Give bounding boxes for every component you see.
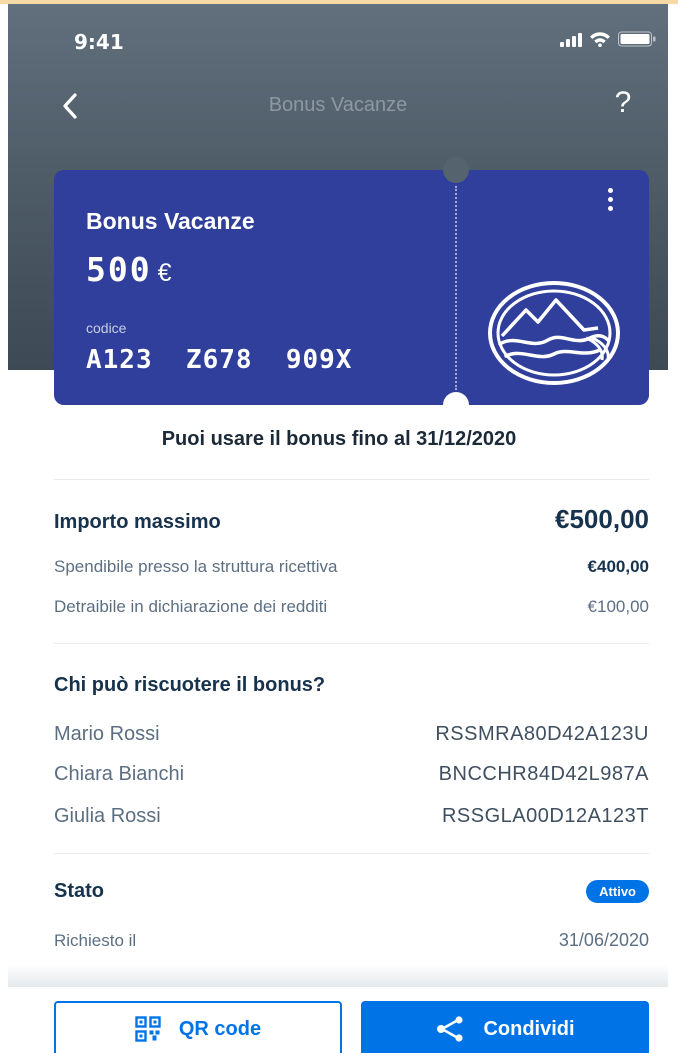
beneficiary-row: Giulia Rossi RSSGLA00D12A123T bbox=[54, 805, 649, 828]
status-icons bbox=[560, 31, 656, 47]
beneficiaries-title: Chi può riscuotere il bonus? bbox=[54, 674, 326, 696]
share-button[interactable]: Condividi bbox=[361, 1001, 649, 1053]
beneficiary-row: Chiara Bianchi BNCCHR84D42L987A bbox=[54, 763, 649, 786]
card-notch-top bbox=[443, 157, 469, 183]
card-perforation bbox=[455, 186, 457, 390]
card-title: Bonus Vacanze bbox=[86, 208, 255, 234]
status-label: Stato bbox=[54, 880, 104, 902]
beneficiary-row: Mario Rossi RSSMRA80D42A123U bbox=[54, 723, 649, 746]
max-amount-value: €500,00 bbox=[555, 504, 649, 534]
card-notch-bottom bbox=[443, 392, 469, 418]
card-currency: € bbox=[157, 259, 172, 287]
qr-code-label: QR code bbox=[178, 1017, 262, 1040]
divider bbox=[54, 479, 649, 480]
share-icon bbox=[437, 1016, 464, 1042]
divider bbox=[54, 643, 649, 644]
status-time: 9:41 bbox=[74, 30, 124, 54]
amount-row-label: Spendibile presso la struttura ricettiva bbox=[54, 557, 338, 576]
bonus-card: Bonus Vacanze 500 € codice A123 Z678 909X bbox=[54, 157, 649, 418]
status-row: Stato Attivo bbox=[54, 880, 649, 903]
app-screen: 9:41 Bonus Vacanze ? Bonus Vacanze 500 €… bbox=[0, 0, 678, 1053]
amount-row-value: €100,00 bbox=[587, 597, 649, 616]
status-badge: Attivo bbox=[586, 880, 649, 903]
amount-row-value: €400,00 bbox=[587, 557, 649, 576]
requested-label: Richiesto il bbox=[54, 931, 137, 950]
max-amount-label: Importo massimo bbox=[54, 511, 221, 533]
help-icon[interactable]: ? bbox=[608, 86, 638, 120]
qr-code-button[interactable]: QR code bbox=[54, 1001, 342, 1053]
requested-date: 31/06/2020 bbox=[558, 930, 649, 950]
status-bar: 9:41 bbox=[8, 4, 668, 70]
nav-bar: Bonus Vacanze ? bbox=[8, 78, 668, 132]
beneficiary-name: Chiara Bianchi bbox=[54, 763, 185, 785]
beneficiary-name: Mario Rossi bbox=[54, 723, 160, 745]
beneficiary-fiscal-code: BNCCHR84D42L987A bbox=[438, 763, 649, 785]
amount-row: Detraibile in dichiarazione dei redditi … bbox=[54, 597, 649, 617]
divider bbox=[54, 853, 649, 854]
card-code: A123 Z678 909X bbox=[86, 345, 353, 375]
battery-icon bbox=[618, 31, 656, 47]
signal-icon bbox=[560, 33, 582, 47]
card-code-label: codice bbox=[86, 320, 127, 336]
scroll-fade bbox=[8, 965, 668, 987]
requested-row: Richiesto il 31/06/2020 bbox=[54, 930, 649, 951]
kebab-menu-icon[interactable] bbox=[599, 188, 621, 224]
amount-row-label: Detraibile in dichiarazione dei redditi bbox=[54, 597, 328, 616]
share-label: Condividi bbox=[483, 1017, 575, 1040]
amount-row: Spendibile presso la struttura ricettiva… bbox=[54, 557, 649, 577]
qr-code-icon bbox=[135, 1016, 161, 1042]
wifi-icon bbox=[589, 31, 611, 47]
beneficiary-fiscal-code: RSSMRA80D42A123U bbox=[435, 723, 649, 745]
card-amount: 500 € bbox=[86, 250, 172, 289]
beneficiary-fiscal-code: RSSGLA00D12A123T bbox=[441, 805, 649, 827]
card-amount-value: 500 bbox=[86, 250, 152, 289]
beneficiary-name: Giulia Rossi bbox=[54, 805, 161, 827]
max-amount-row: Importo massimo €500,00 bbox=[54, 504, 649, 535]
validity-text: Puoi usare il bonus fino al 31/12/2020 bbox=[161, 428, 517, 450]
nav-title: Bonus Vacanze bbox=[268, 94, 408, 116]
bonus-vacanze-logo bbox=[486, 280, 622, 386]
